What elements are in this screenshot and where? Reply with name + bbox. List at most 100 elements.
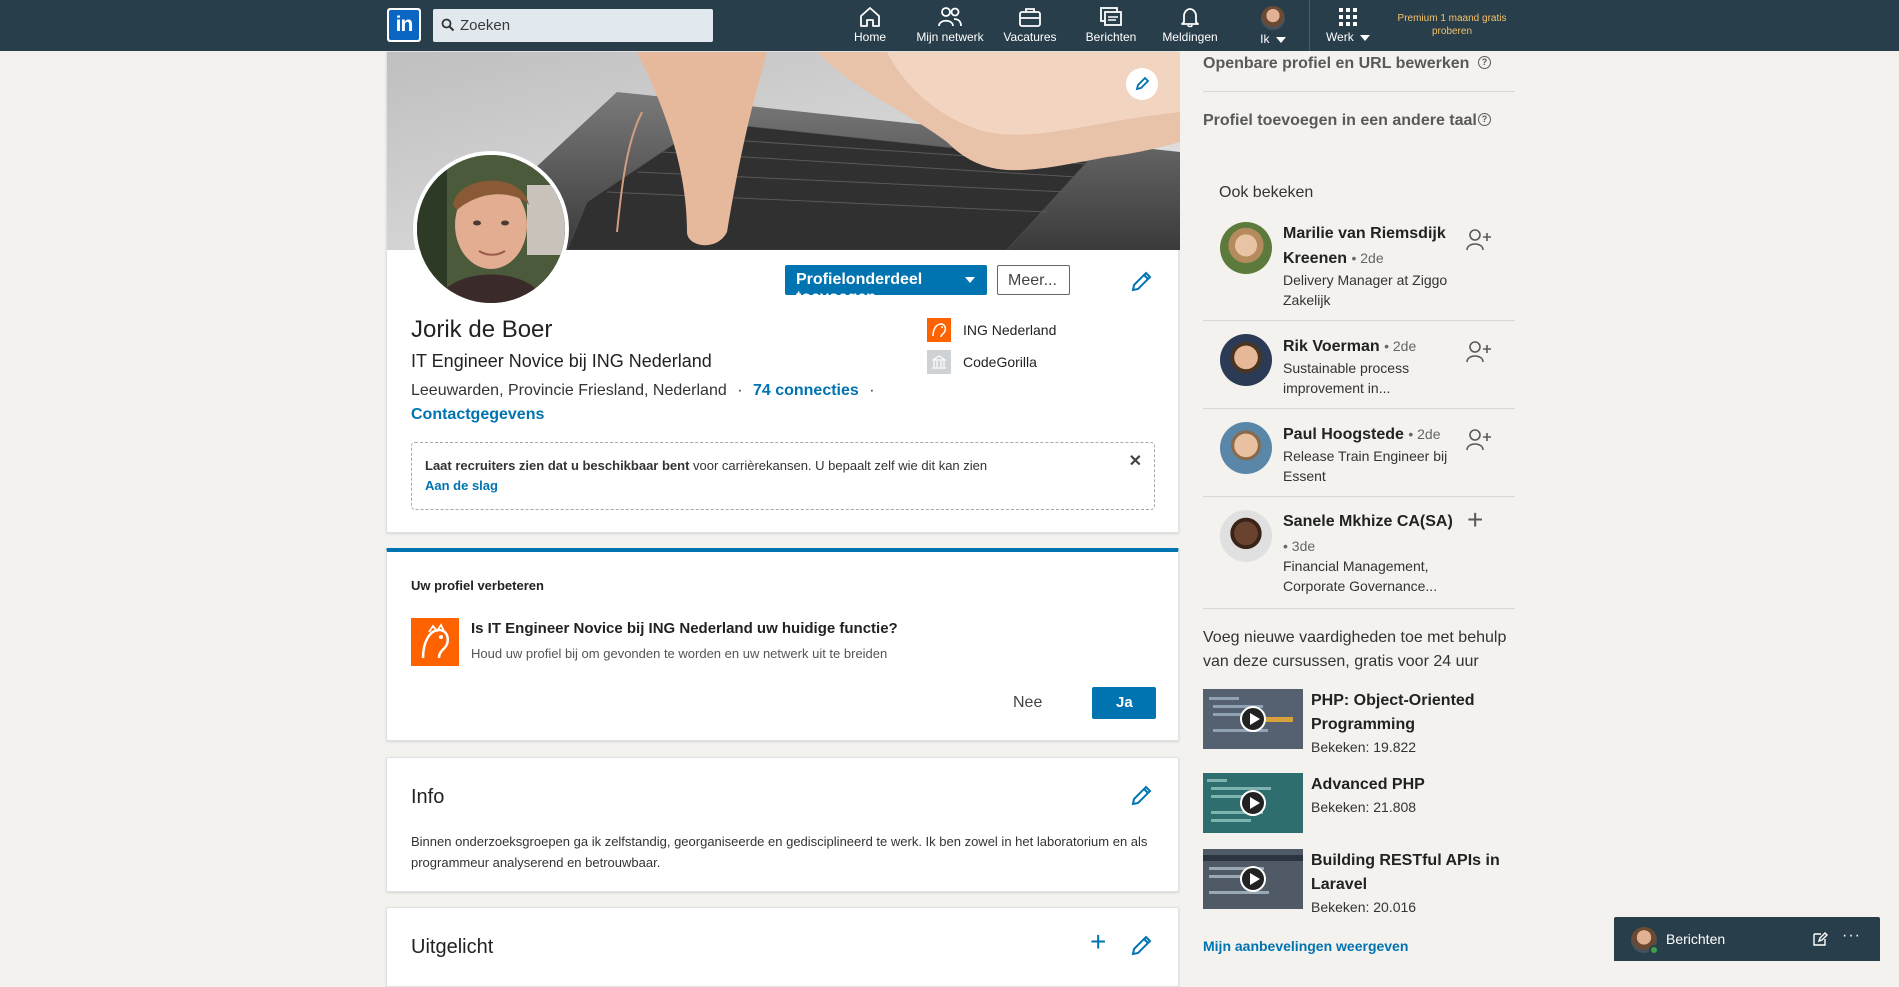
- person-degree: • 2de: [1351, 250, 1384, 266]
- help-icon[interactable]: ?: [1478, 113, 1491, 126]
- edit-intro-button[interactable]: [1129, 268, 1155, 294]
- close-icon[interactable]: ✕: [1129, 451, 1142, 471]
- nav-my-network-label: Mijn netwerk: [916, 30, 984, 44]
- nav-messaging[interactable]: Berichten: [1082, 6, 1140, 48]
- avatar: [1220, 334, 1272, 386]
- no-button[interactable]: Nee: [1013, 694, 1042, 712]
- briefcase-icon: [1019, 8, 1041, 27]
- recommendations-link[interactable]: Mijn aanbevelingen weergeven: [1203, 938, 1408, 954]
- separator-dot: ·: [869, 382, 875, 399]
- help-icon[interactable]: ?: [1478, 56, 1491, 69]
- home-icon: [860, 7, 880, 27]
- profile-location-row: Leeuwarden, Provincie Friesland, Nederla…: [411, 382, 881, 400]
- compose-icon[interactable]: [1812, 931, 1828, 947]
- nav-divider: [1309, 0, 1310, 51]
- recruiter-text: Laat recruiters zien dat u beschikbaar b…: [425, 458, 987, 473]
- contact-info-link[interactable]: Contactgegevens: [411, 406, 544, 424]
- edit-public-profile-link[interactable]: Openbare profiel en URL bewerken: [1203, 55, 1469, 73]
- person-name: Rik Voerman: [1283, 338, 1380, 355]
- recruiter-bold-text: Laat recruiters zien dat u beschikbaar b…: [425, 458, 690, 473]
- search-box[interactable]: [433, 9, 713, 42]
- search-input[interactable]: [460, 9, 708, 42]
- add-connection-icon[interactable]: [1466, 428, 1492, 452]
- course-thumbnail: [1203, 849, 1303, 909]
- people-icon: [938, 7, 962, 27]
- edit-banner-button[interactable]: [1126, 68, 1158, 100]
- person-headline: Delivery Manager at Ziggo Zakelijk: [1283, 272, 1448, 308]
- avatar: [1220, 222, 1272, 274]
- course-title: Building RESTful APIs in Laravel: [1311, 852, 1500, 893]
- course-item[interactable]: Advanced PHP Bekeken: 21.808: [1203, 773, 1513, 833]
- courses-intro: Voeg nieuwe vaardigheden toe met behulp …: [1203, 629, 1507, 670]
- linkedin-logo-icon[interactable]: in: [387, 8, 421, 42]
- recruiter-banner: Laat recruiters zien dat u beschikbaar b…: [411, 442, 1155, 510]
- improve-subtext: Houd uw profiel bij om gevonden te worde…: [471, 646, 888, 661]
- person-name-line: Paul Hoogstede • 2de: [1283, 422, 1453, 447]
- person-card[interactable]: Sanele Mkhize CA(SA) • 3de Financial Man…: [1220, 506, 1510, 608]
- person-degree: • 2de: [1408, 426, 1441, 442]
- improve-profile-card: Uw profiel verbeteren Is IT Engineer Nov…: [386, 548, 1179, 741]
- nav-notifications-label: Meldingen: [1162, 30, 1218, 44]
- also-viewed-title: Ook bekeken: [1219, 184, 1314, 201]
- info-text: Binnen onderzoeksgroepen ga ik zelfstand…: [411, 834, 1148, 870]
- nav-jobs[interactable]: Vacatures: [1001, 6, 1059, 48]
- rail-divider: [1203, 91, 1515, 92]
- messaging-label: Berichten: [1666, 931, 1726, 947]
- add-icon[interactable]: +: [1090, 928, 1106, 956]
- get-started-link[interactable]: Aan de slag: [425, 478, 498, 493]
- person-name: Paul Hoogstede: [1283, 426, 1404, 443]
- avatar: [1220, 422, 1272, 474]
- nav-home[interactable]: Home: [850, 6, 890, 48]
- improve-question: Is IT Engineer Novice bij ING Nederland …: [471, 620, 898, 637]
- play-icon: [1240, 790, 1266, 816]
- play-icon: [1240, 706, 1266, 732]
- edit-featured-button[interactable]: [1129, 932, 1155, 958]
- person-card[interactable]: Rik Voerman • 2de Sustainable process im…: [1220, 334, 1510, 408]
- person-headline: Release Train Engineer bij Essent: [1283, 448, 1448, 484]
- profile-photo[interactable]: [413, 151, 569, 307]
- building-icon: [927, 350, 951, 374]
- add-language-profile-link[interactable]: Profiel toevoegen in een andere taal: [1203, 112, 1477, 130]
- follow-plus-icon[interactable]: +: [1467, 506, 1483, 534]
- person-card[interactable]: Marilie van Riemsdijk Kreenen • 2de Deli…: [1220, 222, 1510, 320]
- course-item[interactable]: PHP: Object-Oriented Programming Bekeken…: [1203, 689, 1513, 755]
- featured-title: Uitgelicht: [411, 936, 494, 958]
- grid-icon: [1339, 8, 1357, 26]
- recruiter-rest-text: voor carrièrekansen. U bepaalt zelf wie …: [689, 458, 988, 473]
- course-item[interactable]: Building RESTful APIs in Laravel Bekeken…: [1203, 849, 1513, 915]
- connections-link[interactable]: 74 connecties: [753, 382, 859, 399]
- profile-name: Jorik de Boer: [411, 316, 553, 343]
- person-card[interactable]: Paul Hoogstede • 2de Release Train Engin…: [1220, 422, 1510, 496]
- nav-notifications[interactable]: Meldingen: [1158, 6, 1222, 48]
- add-connection-icon[interactable]: [1466, 228, 1492, 252]
- avatar: [1220, 510, 1272, 562]
- rail-divider: [1203, 496, 1515, 497]
- yes-button[interactable]: Ja: [1092, 687, 1156, 719]
- pencil-icon: [1135, 76, 1150, 91]
- add-profile-section-button[interactable]: Profielonderdeel toevoegen: [785, 265, 987, 306]
- nav-me[interactable]: Ik: [1252, 6, 1294, 48]
- course-views: Bekeken: 20.016: [1311, 899, 1417, 915]
- improve-title: Uw profiel verbeteren: [411, 578, 544, 593]
- nav-my-network[interactable]: Mijn netwerk: [911, 6, 989, 48]
- chevron-down-icon: [965, 277, 975, 283]
- company-ing-label: ING Nederland: [963, 322, 1057, 338]
- course-title: PHP: Object-Oriented Programming: [1311, 692, 1475, 733]
- more-options-icon[interactable]: ···: [1842, 927, 1861, 945]
- more-button[interactable]: Meer...: [997, 265, 1070, 295]
- separator-dot: ·: [737, 382, 743, 399]
- premium-link[interactable]: Premium 1 maand gratis proberen: [1388, 12, 1516, 38]
- chevron-down-icon: [1360, 34, 1371, 41]
- person-degree: • 3de: [1283, 538, 1316, 554]
- add-profile-section-label: Profielonderdeel toevoegen: [796, 271, 923, 306]
- course-views: Bekeken: 19.822: [1311, 739, 1417, 755]
- add-connection-icon[interactable]: [1466, 340, 1492, 364]
- pencil-icon: [1131, 785, 1152, 806]
- nav-work[interactable]: Werk: [1322, 6, 1374, 48]
- messaging-overlay[interactable]: Berichten ···: [1614, 917, 1880, 961]
- profile-top-card: Profielonderdeel toevoegen Meer... Jorik…: [386, 51, 1180, 533]
- nav-home-label: Home: [853, 30, 886, 44]
- rail-divider: [1203, 608, 1515, 609]
- edit-info-button[interactable]: [1129, 782, 1155, 808]
- person-name: Sanele Mkhize CA(SA): [1283, 513, 1453, 530]
